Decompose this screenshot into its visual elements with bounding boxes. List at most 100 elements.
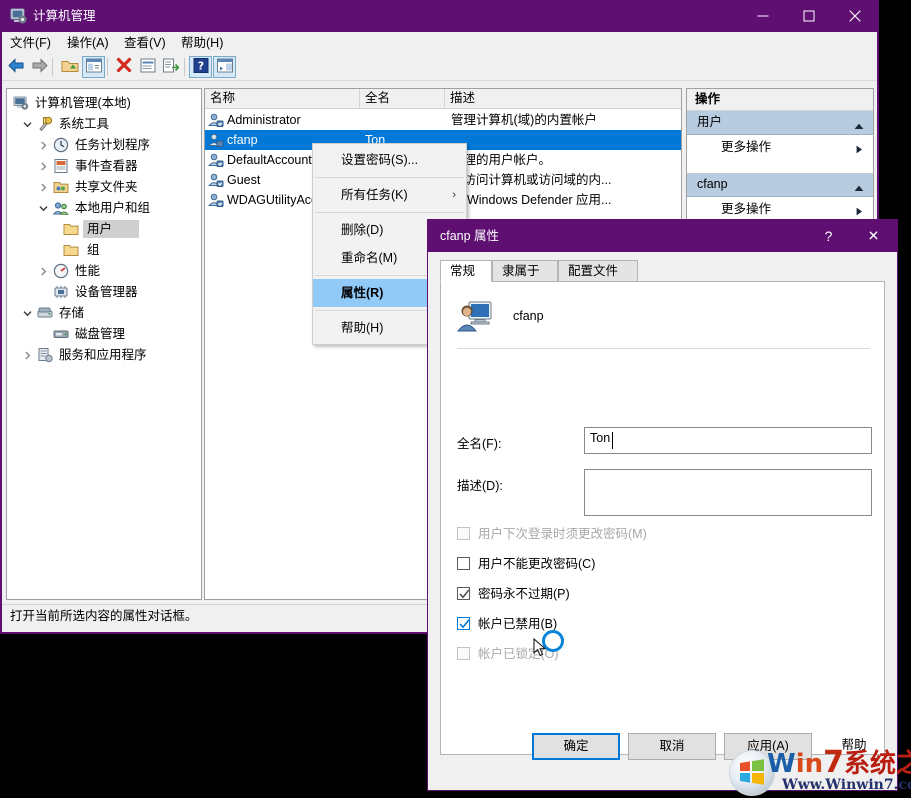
up-one-level-button[interactable] bbox=[58, 56, 81, 78]
dialog-title: cfanp 属性 bbox=[440, 228, 499, 244]
forward-button[interactable] bbox=[28, 56, 51, 78]
show-action-pane-icon bbox=[217, 59, 233, 76]
chevron-right-icon[interactable] bbox=[19, 345, 35, 365]
chevron-right-icon[interactable] bbox=[35, 156, 51, 176]
user-description: 管理计算机(域)的内置帐户 bbox=[451, 110, 597, 130]
chevron-down-icon[interactable] bbox=[19, 303, 35, 323]
properties-button[interactable] bbox=[136, 56, 159, 78]
tree-item-services-and-applications[interactable]: 服务和应用程序 bbox=[19, 345, 193, 365]
context-menu-item-label: 设置密码(S)... bbox=[341, 153, 418, 167]
ok-button[interactable]: 确定 bbox=[532, 733, 620, 760]
chevron-right-icon[interactable] bbox=[35, 177, 51, 197]
up-folder-icon bbox=[61, 58, 79, 77]
apply-button[interactable]: 应用(A) bbox=[724, 733, 812, 760]
menu-action[interactable]: 操作(A) bbox=[63, 35, 113, 52]
tree-item-local-users-and-groups[interactable]: 本地用户和组 bbox=[35, 198, 193, 218]
help-button[interactable]: ? bbox=[189, 56, 212, 78]
table-row[interactable]: Administrator 管理计算机(域)的内置帐户 bbox=[205, 110, 681, 130]
computer-icon bbox=[13, 95, 29, 111]
help-button[interactable]: 帮助 bbox=[820, 733, 888, 760]
minimize-button[interactable] bbox=[740, 0, 786, 31]
checkbox-label: 用户下次登录时须更改密码(M) bbox=[478, 525, 647, 543]
context-menu-item-label: 所有任务(K) bbox=[341, 188, 408, 202]
column-header-fullname[interactable]: 全名 bbox=[360, 89, 445, 108]
cancel-button[interactable]: 取消 bbox=[628, 733, 716, 760]
collapse-caret-icon[interactable] bbox=[854, 119, 864, 133]
tree-item-event-viewer[interactable]: 事件查看器 bbox=[35, 156, 193, 176]
chevron-down-icon[interactable] bbox=[35, 198, 51, 218]
fullname-field[interactable]: Ton bbox=[584, 427, 872, 454]
tree-item-system-tools[interactable]: 系统工具 bbox=[19, 114, 193, 134]
actions-group-cfanp[interactable]: cfanp bbox=[687, 173, 873, 197]
checkbox-box bbox=[457, 527, 470, 540]
show-action-pane-button[interactable] bbox=[213, 56, 236, 78]
context-menu-item-set-password[interactable]: 设置密码(S)... bbox=[313, 146, 466, 174]
tab-member-of[interactable]: 隶属于 bbox=[492, 260, 558, 282]
window-title: 计算机管理 bbox=[33, 8, 96, 24]
shared-folder-icon bbox=[53, 179, 69, 195]
chevron-down-icon[interactable] bbox=[19, 114, 35, 134]
menu-help[interactable]: 帮助(H) bbox=[177, 35, 227, 52]
dialog-tab-content: cfanp 全名(F): Ton 描述(D): 用户下次登录时须更改密码(M) … bbox=[440, 281, 885, 755]
delete-button[interactable] bbox=[112, 56, 135, 78]
divider bbox=[457, 348, 870, 349]
column-header-name[interactable]: 名称 bbox=[205, 89, 360, 108]
export-list-button[interactable] bbox=[159, 56, 182, 78]
description-field[interactable] bbox=[584, 469, 872, 516]
dialog-tabs: 常规 隶属于 配置文件 bbox=[440, 260, 885, 282]
context-menu-item-all-tasks[interactable]: 所有任务(K) › bbox=[313, 181, 466, 209]
dialog-close-button[interactable]: ✕ bbox=[851, 220, 896, 251]
menu-file[interactable]: 文件(F) bbox=[6, 35, 55, 52]
user-description: 宾访问计算机或访问域的内... bbox=[451, 170, 611, 190]
checkbox-label: 密码永不过期(P) bbox=[478, 585, 570, 603]
chevron-right-icon[interactable] bbox=[35, 261, 51, 281]
tree-item-task-scheduler[interactable]: 任务计划程序 bbox=[35, 135, 193, 155]
maximize-button[interactable] bbox=[786, 0, 832, 31]
list-header: 名称 全名 描述 bbox=[205, 89, 682, 109]
show-hide-tree-button[interactable] bbox=[82, 56, 105, 78]
tree-item-disk-management[interactable]: 磁盘管理 bbox=[53, 324, 193, 344]
submenu-arrow-icon bbox=[856, 143, 863, 157]
dialog-help-button[interactable]: ? bbox=[806, 220, 851, 251]
back-button[interactable] bbox=[4, 56, 27, 78]
actions-group-users[interactable]: 用户 bbox=[687, 111, 873, 135]
tree-item-label: 组 bbox=[87, 240, 100, 260]
close-button[interactable] bbox=[832, 0, 878, 31]
tree-item-users[interactable]: 用户 bbox=[63, 219, 143, 239]
device-manager-icon bbox=[53, 284, 69, 300]
chevron-right-icon[interactable] bbox=[35, 135, 51, 155]
tab-general[interactable]: 常规 bbox=[440, 260, 492, 282]
user-computer-icon bbox=[457, 300, 493, 334]
actions-item-more-actions-cfanp[interactable]: 更多操作 bbox=[687, 197, 873, 221]
close-icon: ✕ bbox=[868, 227, 880, 244]
fullname-value: Ton bbox=[590, 431, 610, 445]
tab-profile[interactable]: 配置文件 bbox=[558, 260, 638, 282]
user-account-icon bbox=[208, 172, 224, 188]
checkmark-icon bbox=[458, 618, 471, 633]
tree-item-performance[interactable]: 性能 bbox=[35, 261, 193, 281]
tree-item-device-manager[interactable]: 设备管理器 bbox=[53, 282, 193, 302]
tree-item-storage[interactable]: 存储 bbox=[19, 303, 193, 323]
tree-item-label: 性能 bbox=[75, 261, 100, 281]
checkmark-icon bbox=[458, 588, 471, 603]
tree-item-groups[interactable]: 组 bbox=[63, 240, 143, 260]
actions-item-more-actions-users[interactable]: 更多操作 bbox=[687, 135, 873, 159]
export-list-icon bbox=[163, 59, 179, 76]
user-account-icon bbox=[208, 132, 224, 148]
forward-icon bbox=[31, 58, 49, 77]
tree-item-label: 事件查看器 bbox=[75, 156, 138, 176]
svg-text:?: ? bbox=[197, 60, 203, 73]
window-titlebar: 计算机管理 bbox=[0, 0, 879, 32]
collapse-caret-icon[interactable] bbox=[854, 181, 864, 195]
console-tree-pane[interactable]: 计算机管理(本地) 系统工具 bbox=[6, 88, 202, 600]
context-menu-item-label: 重命名(M) bbox=[341, 251, 397, 265]
column-header-description[interactable]: 描述 bbox=[445, 89, 682, 108]
checkbox-box bbox=[457, 647, 470, 660]
menu-view[interactable]: 查看(V) bbox=[120, 35, 170, 52]
tree-item-shared-folders[interactable]: 共享文件夹 bbox=[35, 177, 193, 197]
toolbar-separator-2 bbox=[107, 58, 108, 76]
toolbar-separator bbox=[52, 58, 53, 76]
tree-item-computer-management[interactable]: 计算机管理(本地) bbox=[13, 93, 193, 113]
tree-item-label: 存储 bbox=[59, 303, 84, 323]
fullname-label: 全名(F): bbox=[457, 433, 501, 452]
